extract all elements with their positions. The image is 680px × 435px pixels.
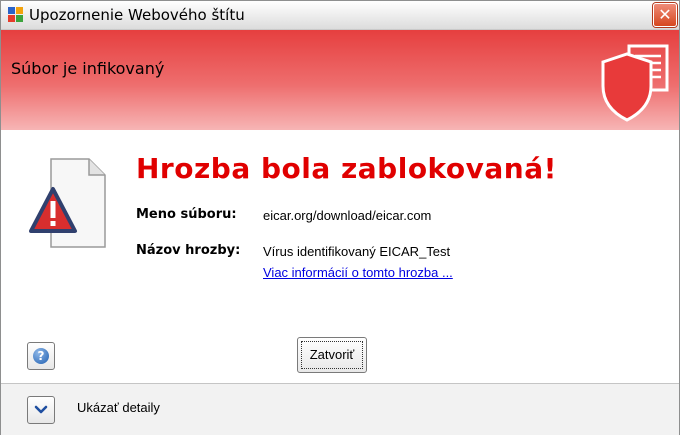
threat-name-label: Názov hrozby: [136, 243, 241, 258]
window-close-button[interactable]: ✕ [653, 3, 677, 27]
alert-headline: Hrozba bola zablokovaná! [136, 152, 557, 185]
file-name-label: Meno súboru: [136, 207, 237, 222]
close-button-label: Zatvoriť [301, 341, 363, 369]
close-button[interactable]: Zatvoriť [297, 337, 367, 373]
shield-icon [601, 44, 669, 122]
help-button[interactable]: ? [27, 342, 55, 370]
warning-file-icon [29, 158, 106, 248]
chevron-down-icon [34, 405, 48, 414]
title-bar[interactable]: Upozornenie Webového štítu ✕ [1, 1, 679, 30]
header-title: Súbor je infikovaný [11, 59, 165, 78]
expand-details-button[interactable] [27, 396, 55, 424]
close-icon: ✕ [658, 5, 672, 24]
dialog-window: Upozornenie Webového štítu ✕ Súbor je in… [0, 0, 680, 435]
help-icon: ? [33, 348, 49, 364]
app-logo-icon [8, 7, 23, 22]
show-details-label: Ukázať detaily [77, 400, 160, 415]
window-title: Upozornenie Webového štítu [29, 6, 245, 24]
header-banner: Súbor je infikovaný [1, 30, 679, 130]
threat-name-value: Vírus identifikovaný EICAR_Test [263, 244, 451, 259]
file-name-value: eicar.org/download/eicar.com [263, 208, 432, 223]
details-footer: Ukázať detaily [1, 383, 679, 435]
more-info-link[interactable]: Viac informácií o tomto hrozba ... [263, 265, 453, 280]
